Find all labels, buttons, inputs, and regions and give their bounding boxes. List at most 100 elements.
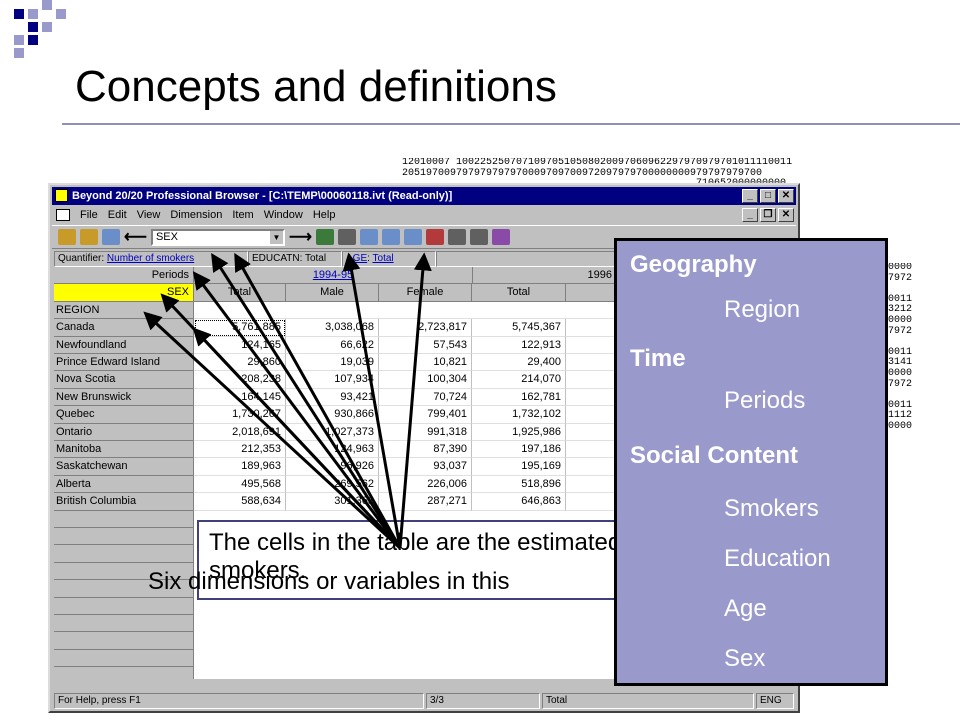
row-header[interactable]: Ontario — [54, 423, 194, 441]
region-label[interactable]: REGION — [54, 301, 194, 320]
table-cell[interactable]: 66,622 — [286, 336, 379, 354]
educatn-cell[interactable]: EDUCATN: Total — [248, 251, 342, 267]
table-cell[interactable]: 96,926 — [286, 458, 379, 476]
table-cell[interactable]: 93,037 — [379, 458, 472, 476]
row-header[interactable]: Saskatchewan — [54, 458, 194, 476]
table-cell[interactable]: 57,543 — [379, 336, 472, 354]
window-titlebar[interactable]: Beyond 20/20 Professional Browser - [C:\… — [52, 187, 796, 205]
table-cell[interactable]: 29,860 — [194, 354, 286, 372]
doc-restore-button[interactable]: ❐ — [760, 208, 776, 222]
table-cell[interactable]: 197,186 — [472, 441, 566, 459]
print-icon[interactable] — [337, 229, 356, 245]
table-cell[interactable]: 212,353 — [194, 441, 286, 459]
back-arrow-icon[interactable]: ⟵ — [124, 227, 147, 247]
period-header[interactable]: 1994-95 — [194, 267, 473, 285]
table-cell[interactable]: 3,038,068 — [286, 319, 379, 337]
document-icon[interactable] — [56, 209, 70, 221]
table-cell[interactable]: 124,963 — [286, 441, 379, 459]
table-cell[interactable]: 1,925,986 — [472, 423, 566, 441]
table-cell[interactable]: 1,730,267 — [194, 406, 286, 424]
open-folder-icon[interactable] — [58, 229, 76, 245]
column-header[interactable]: Male — [286, 284, 379, 302]
filter-icon[interactable] — [469, 229, 488, 245]
table-cell[interactable]: 162,781 — [472, 388, 566, 407]
table-cell[interactable]: 301,363 — [286, 493, 379, 511]
chevron-down-icon[interactable]: ▼ — [269, 230, 283, 244]
doc-close-button[interactable]: ✕ — [778, 208, 794, 222]
abc-icon[interactable] — [491, 229, 510, 245]
table-cell[interactable]: 214,070 — [472, 371, 566, 389]
age-link[interactable]: AGE — [346, 253, 367, 264]
table-cell[interactable]: 2,018,691 — [194, 423, 286, 441]
row-header[interactable]: New Brunswick — [54, 388, 194, 407]
menu-edit[interactable]: Edit — [108, 209, 127, 221]
table-cell[interactable]: 269,562 — [286, 475, 379, 494]
table-cell[interactable]: 991,318 — [379, 423, 472, 441]
table-cell[interactable]: 1,732,102 — [472, 406, 566, 424]
menu-window[interactable]: Window — [264, 209, 303, 221]
table-cell[interactable]: 495,568 — [194, 475, 286, 494]
table-cell[interactable]: 100,304 — [379, 371, 472, 389]
copy-icon[interactable] — [80, 229, 98, 245]
maximize-button[interactable]: □ — [760, 189, 776, 203]
minimize-button[interactable]: _ — [742, 189, 758, 203]
table-cell[interactable]: 124,165 — [194, 336, 286, 354]
row-header[interactable]: British Columbia — [54, 493, 194, 511]
help-icon[interactable] — [359, 229, 378, 245]
table-cell[interactable]: 646,863 — [472, 493, 566, 511]
menu-dimension[interactable]: Dimension — [170, 209, 222, 221]
table-cell[interactable]: 122,913 — [472, 336, 566, 354]
table-cell[interactable]: 195,169 — [472, 458, 566, 476]
title-divider — [62, 123, 960, 125]
table-cell[interactable]: 19,039 — [286, 354, 379, 372]
table-view-icon[interactable] — [403, 229, 422, 245]
column-header[interactable]: Total — [472, 284, 566, 302]
periods-label[interactable]: Periods — [54, 267, 194, 285]
table-cell[interactable]: 5,745,367 — [472, 319, 566, 337]
panel-item-sex: Sex — [724, 645, 766, 672]
context-help-icon[interactable] — [381, 229, 400, 245]
table-cell[interactable]: 1,027,373 — [286, 423, 379, 441]
pen-icon[interactable] — [315, 229, 334, 245]
row-header[interactable]: Alberta — [54, 475, 194, 494]
table-cell[interactable]: 799,401 — [379, 406, 472, 424]
menu-file[interactable]: File — [80, 209, 98, 221]
row-header[interactable]: Nova Scotia — [54, 371, 194, 389]
doc-minimize-button[interactable]: _ — [742, 208, 758, 222]
row-header[interactable]: Newfoundland — [54, 336, 194, 354]
dimension-select[interactable]: SEX ▼ — [150, 228, 285, 246]
table-cell[interactable]: 226,006 — [379, 475, 472, 494]
table-cell[interactable]: 93,421 — [286, 388, 379, 407]
table-cell[interactable]: 107,934 — [286, 371, 379, 389]
quantifier-link[interactable]: Number of smokers — [107, 253, 194, 264]
table-cell[interactable]: 10,821 — [379, 354, 472, 372]
table-cell[interactable]: 2,723,817 — [379, 319, 472, 337]
close-button[interactable]: ✕ — [778, 189, 794, 203]
row-header[interactable]: Quebec — [54, 406, 194, 424]
row-header[interactable]: Prince Edward Island — [54, 354, 194, 372]
menu-help[interactable]: Help — [313, 209, 336, 221]
table-cell[interactable]: 5,761,885 — [194, 319, 286, 337]
table-cell[interactable]: 87,390 — [379, 441, 472, 459]
forward-arrow-icon[interactable]: ⟶ — [289, 227, 312, 247]
table-cell[interactable]: 70,724 — [379, 388, 472, 407]
table-cell[interactable]: 29,400 — [472, 354, 566, 372]
menu-view[interactable]: View — [137, 209, 161, 221]
table-cell[interactable]: 518,896 — [472, 475, 566, 494]
book-icon[interactable] — [102, 229, 120, 245]
table-cell[interactable]: 208,238 — [194, 371, 286, 389]
sex-label[interactable]: SEX — [54, 284, 194, 302]
table-cell[interactable]: 287,271 — [379, 493, 472, 511]
table-cell[interactable]: 164,145 — [194, 388, 286, 407]
table-cell[interactable]: 588,634 — [194, 493, 286, 511]
column-header[interactable]: Female — [379, 284, 472, 302]
row-header[interactable]: Canada — [54, 319, 194, 337]
bar-chart-icon[interactable] — [425, 229, 444, 245]
column-header[interactable]: Total — [194, 284, 286, 302]
menu-item[interactable]: Item — [232, 209, 253, 221]
age-value-link[interactable]: Total — [373, 253, 394, 264]
map-icon[interactable] — [447, 229, 466, 245]
row-header[interactable]: Manitoba — [54, 441, 194, 459]
table-cell[interactable]: 189,963 — [194, 458, 286, 476]
table-cell[interactable]: 930,866 — [286, 406, 379, 424]
